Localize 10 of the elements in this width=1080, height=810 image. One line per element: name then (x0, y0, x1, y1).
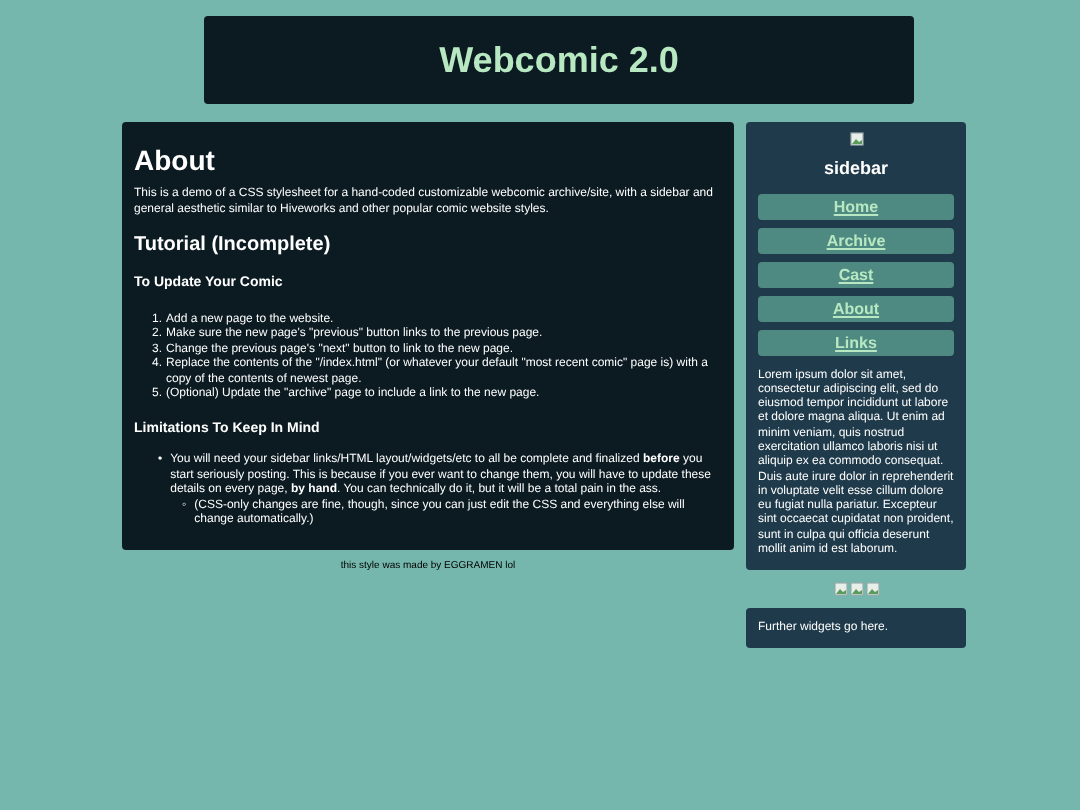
nav-link[interactable]: Cast (758, 261, 954, 287)
nav-link[interactable]: About (758, 295, 954, 321)
nav-link[interactable]: Links (758, 329, 954, 355)
nav-link[interactable]: Archive (758, 227, 954, 253)
nav-link[interactable]: Home (758, 193, 954, 219)
site-title: Webcomic 2.0 (439, 37, 679, 83)
broken-image-icon (849, 132, 863, 146)
about-heading: About (134, 142, 217, 178)
tutorial-heading: Tutorial (Incomplete) (134, 232, 333, 260)
sidebar-title: sidebar (823, 156, 888, 182)
